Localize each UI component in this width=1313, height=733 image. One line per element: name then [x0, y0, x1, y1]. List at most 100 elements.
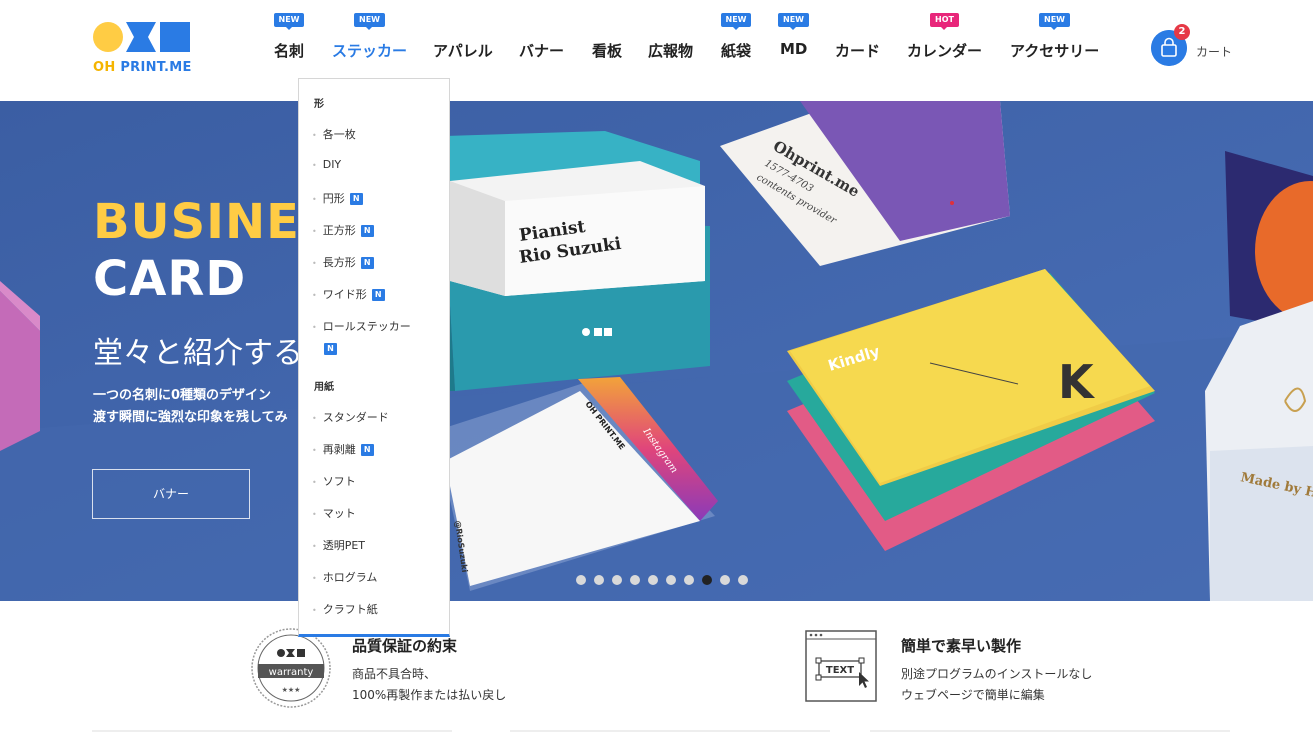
dropdown-item-label: 正方形	[322, 224, 356, 237]
dropdown-item[interactable]: DIY	[312, 158, 341, 171]
section-divider	[870, 730, 1230, 732]
nav-badge-new: NEW	[1039, 13, 1070, 30]
dropdown-item-label: ワイド形	[322, 288, 367, 301]
sticker-dropdown-menu: 形各一枚 DIY 円形 N 正方形 N 長方形 N ワイド形 N ロールステッカー N 用紙スタンダード…	[298, 78, 450, 637]
dropdown-item[interactable]: ソフト	[312, 473, 356, 489]
dropdown-item[interactable]: 再剥離 N	[312, 441, 374, 457]
nav-item-9[interactable]: カレンダー	[907, 40, 982, 61]
new-badge: N	[349, 193, 363, 205]
slider-dot[interactable]	[738, 575, 748, 585]
logo-x-shape	[126, 22, 156, 52]
feature-easy-edit-title: 簡単で素早い製作	[901, 637, 1022, 655]
dropdown-item-label: スタンダード	[322, 411, 389, 424]
cart-label[interactable]: カート	[1196, 43, 1232, 60]
section-divider	[92, 730, 452, 732]
nav-item-6[interactable]: 紙袋	[721, 40, 751, 61]
nav-item-4[interactable]: 看板	[592, 40, 622, 61]
nav-item-7[interactable]: MD	[780, 40, 807, 58]
slider-dot[interactable]	[594, 575, 604, 585]
feature-easy-edit-desc-line1: 別途プログラムのインストールなし	[901, 667, 1093, 681]
hero-title-line2: CARD	[93, 251, 247, 307]
feature-warranty-desc: 商品不具合時、 100%再製作または払い戻し	[352, 664, 506, 706]
dropdown-item[interactable]: スタンダード	[312, 409, 389, 425]
dropdown-item-label: クラフト紙	[322, 603, 378, 616]
dropdown-item[interactable]: マット	[312, 505, 356, 521]
logo-text-print: PRINT.ME	[115, 60, 192, 75]
feature-easy-edit: TEXT 簡単で素早い製作 別途プログラムのインストールなし ウェブページで簡単…	[805, 627, 1125, 717]
feature-warranty-title: 品質保証の約束	[352, 637, 458, 655]
dropdown-item-label: ロールステッカー	[322, 320, 411, 333]
slider-dot[interactable]	[576, 575, 586, 585]
warranty-badge-icon: warranty ★★★	[251, 628, 331, 708]
new-badge: N	[324, 343, 337, 355]
new-badge: N	[371, 289, 385, 301]
dropdown-item[interactable]: 各一枚	[312, 126, 356, 142]
logo-circle-shape	[93, 22, 123, 52]
feature-easy-edit-desc: 別途プログラムのインストールなし ウェブページで簡単に編集	[901, 664, 1092, 706]
dropdown-item-label: DIY	[322, 158, 342, 171]
section-divider	[510, 730, 830, 732]
nav-badge-new: NEW	[778, 13, 809, 30]
hero-description: 一つの名刺に0種類のデザイン 渡す瞬間に強烈な印象を残してみ	[93, 385, 288, 429]
feature-warranty-desc-line1: 商品不具合時、	[352, 667, 437, 681]
site-header: OH PRINT.ME 名刺 NEW ステッカー NEW アパレル バナー 看板 広報物 紙袋 N…	[0, 0, 1313, 101]
warranty-badge-text: warranty	[269, 667, 314, 678]
logo-wordmark: OH PRINT.ME	[93, 60, 192, 75]
nav-item-0[interactable]: 名刺	[274, 40, 304, 61]
logo-mark	[93, 20, 199, 52]
dropdown-item[interactable]: クラフト紙	[312, 601, 378, 617]
slider-dot[interactable]	[684, 575, 694, 585]
dropdown-item[interactable]: 正方形 N	[312, 222, 374, 238]
dropdown-item-label: ソフト	[322, 475, 356, 488]
slider-dot[interactable]	[612, 575, 622, 585]
nav-badge-new: NEW	[720, 13, 752, 30]
nav-item-1[interactable]: ステッカー	[332, 40, 407, 61]
warranty-stars: ★★★	[282, 686, 301, 694]
dropdown-item[interactable]: ロールステッカー	[312, 318, 411, 334]
hero-desc-line2: 渡す瞬間に強烈な印象を残してみ	[93, 410, 288, 425]
nav-badge-hot: HOT	[930, 13, 959, 30]
card-k-text: K	[1058, 355, 1096, 409]
new-badge: N	[360, 225, 374, 237]
dropdown-item-label: マット	[322, 507, 356, 520]
dropdown-item-label: 長方形	[322, 256, 356, 269]
new-badge: N	[360, 257, 374, 269]
feature-warranty-desc-line2: 100%再製作または払い戻し	[352, 688, 507, 702]
nav-item-2[interactable]: アパレル	[433, 40, 493, 61]
nav-badge-new: NEW	[354, 13, 385, 30]
dropdown-item-label: 透明PET	[322, 539, 366, 552]
nav-item-5[interactable]: 広報物	[648, 40, 693, 61]
hero-cta-button[interactable]: バナー	[92, 469, 250, 519]
feature-easy-edit-desc-line2: ウェブページで簡単に編集	[901, 688, 1045, 702]
slider-dot[interactable]	[666, 575, 676, 585]
nav-item-10[interactable]: アクセサリー	[1010, 40, 1099, 61]
dropdown-item[interactable]: 透明PET	[312, 537, 365, 553]
cart-count-badge: 2	[1174, 24, 1190, 40]
hero-desc-line1: 一つの名刺に0種類のデザイン	[93, 388, 272, 403]
logo-square-shape	[160, 22, 190, 52]
hero-banner: Pianist Rio Suzuki Ohprint.me 1577-4703 …	[0, 101, 1313, 601]
dropdown-section-title: 形	[314, 99, 324, 110]
dropdown-item-label: 各一枚	[322, 128, 356, 141]
dropdown-section-title: 用紙	[314, 382, 334, 393]
dropdown-item[interactable]: 円形 N	[312, 190, 363, 206]
slider-dot[interactable]	[630, 575, 640, 585]
dropdown-item[interactable]: 長方形 N	[312, 254, 374, 270]
nav-badge-new: NEW	[273, 13, 305, 30]
logo-text-oh: OH	[93, 60, 116, 75]
slider-dot[interactable]	[648, 575, 658, 585]
slider-dot[interactable]	[702, 575, 712, 585]
text-editor-label: TEXT	[826, 665, 854, 676]
dropdown-item-label: 再剥離	[322, 443, 356, 456]
text-editor-icon: TEXT	[805, 630, 877, 702]
dropdown-item[interactable]: ホログラム	[312, 569, 378, 585]
dropdown-item-label: ホログラム	[322, 571, 378, 584]
nav-item-8[interactable]: カード	[835, 40, 880, 61]
site-logo[interactable]: OH PRINT.ME	[93, 20, 199, 76]
nav-item-3[interactable]: バナー	[519, 40, 564, 61]
dropdown-item-label: 円形	[322, 192, 345, 205]
slider-dot[interactable]	[720, 575, 730, 585]
dropdown-item[interactable]: ワイド形 N	[312, 286, 385, 302]
feature-warranty: warranty ★★★ 品質保証の約束 商品不具合時、 100%再製作または払…	[250, 627, 610, 717]
new-badge: N	[360, 444, 374, 456]
